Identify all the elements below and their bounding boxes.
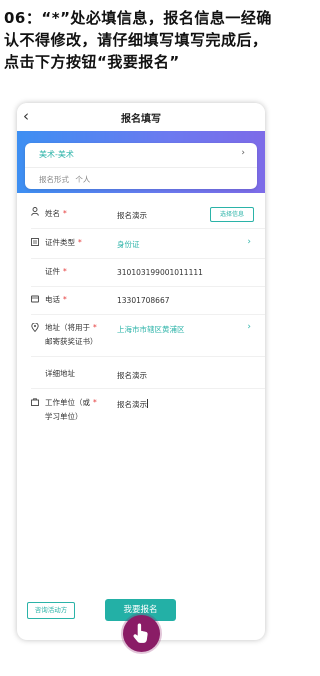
id-number-value[interactable]: 310103199001011111 bbox=[117, 268, 203, 277]
text-cursor bbox=[147, 399, 148, 408]
person-icon bbox=[31, 207, 39, 218]
registration-form-row: 报名形式 个人 bbox=[39, 174, 94, 185]
field-id-type[interactable]: 证件类型 * 身份证 › bbox=[17, 236, 265, 256]
form-value: 个人 bbox=[75, 175, 91, 184]
field-phone: 电话 * 13301708667 bbox=[17, 293, 265, 313]
id-type-label: 证件类型 * bbox=[45, 238, 82, 247]
field-address[interactable]: 地址（将用于 * 邮寄获奖证书） 上海市市辖区黄浦区 › bbox=[17, 321, 265, 353]
address-value[interactable]: 上海市市辖区黄浦区 bbox=[117, 324, 185, 335]
chevron-right-icon: › bbox=[247, 237, 251, 247]
field-name: 姓名 * 报名演示 选择信息 bbox=[17, 207, 265, 227]
form-label: 报名形式 bbox=[39, 175, 69, 184]
instruction-text: 06：“*”处必填信息，报名信息一经确认不得修改，请仔细填写填写完成后，点击下方… bbox=[4, 9, 272, 71]
divider bbox=[31, 228, 265, 229]
divider bbox=[31, 258, 265, 259]
divider bbox=[31, 286, 265, 287]
divider bbox=[31, 388, 265, 389]
phone-icon bbox=[31, 295, 39, 305]
chevron-right-icon: › bbox=[247, 322, 251, 332]
hand-tap-icon bbox=[123, 615, 160, 652]
page-title: 报名填写 bbox=[121, 114, 161, 125]
field-detail-address: 详细地址 报名演示 bbox=[17, 367, 265, 387]
divider bbox=[31, 356, 265, 357]
nav-bar: ‹ 报名填写 bbox=[17, 103, 265, 132]
phone-screen: ‹ 报名填写 美术-美术 › 报名形式 个人 姓名 * 报名演示 选择信息 证件类… bbox=[17, 103, 265, 640]
detail-address-label: 详细地址 bbox=[45, 369, 75, 378]
work-unit-value[interactable]: 报名演示 bbox=[117, 399, 147, 410]
id-card-icon bbox=[31, 238, 39, 248]
detail-address-value[interactable]: 报名演示 bbox=[117, 370, 147, 381]
consult-organizer-button[interactable]: 咨询活动方 bbox=[27, 602, 75, 619]
work-unit-label: 工作单位（或 * 学习单位） bbox=[45, 398, 97, 421]
divider bbox=[31, 314, 265, 315]
name-label: 姓名 * bbox=[45, 209, 67, 218]
activity-name: 美术-美术 bbox=[39, 150, 74, 159]
activity-row[interactable]: 美术-美术 › bbox=[25, 143, 257, 168]
field-id-number: 证件 * 310103199001011111 bbox=[17, 265, 265, 285]
choose-info-button[interactable]: 选择信息 bbox=[210, 207, 254, 222]
building-icon bbox=[31, 398, 39, 408]
address-label: 地址（将用于 * 邮寄获奖证书） bbox=[45, 323, 98, 346]
location-icon bbox=[31, 322, 39, 334]
phone-value[interactable]: 13301708667 bbox=[117, 296, 170, 305]
id-type-value[interactable]: 身份证 bbox=[117, 239, 140, 250]
id-number-label: 证件 * bbox=[45, 267, 67, 276]
chevron-right-icon: › bbox=[241, 148, 245, 158]
name-value[interactable]: 报名演示 bbox=[117, 210, 147, 221]
phone-label: 电话 * bbox=[45, 295, 67, 304]
field-work-unit: 工作单位（或 * 学习单位） 报名演示 bbox=[17, 396, 265, 428]
activity-card: 美术-美术 › 报名形式 个人 bbox=[25, 143, 257, 189]
